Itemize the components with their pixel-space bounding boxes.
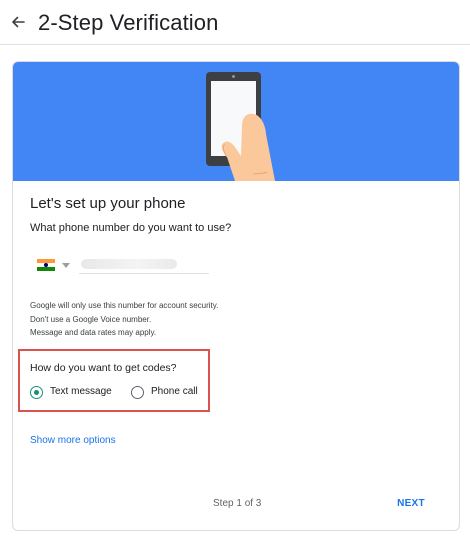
radio-circle[interactable] [131,386,144,399]
step-indicator: Step 1 of 3 [213,498,262,509]
back-button[interactable] [8,12,28,32]
highlight-box [18,349,210,412]
card-heading: Let's set up your phone [30,195,186,212]
codes-question: How do you want to get codes? [30,362,177,374]
banner [13,62,459,181]
radio-dot [34,390,39,395]
next-button[interactable]: NEXT [388,492,434,514]
show-more-options-link[interactable]: Show more options [30,435,116,446]
app-header: 2-Step Verification [0,0,470,45]
info-text: Google will only use this number for acc… [30,299,218,340]
info-line: Google will only use this number for acc… [30,301,219,310]
info-line: Don't use a Google Voice number. [30,314,152,324]
radio-phone-call[interactable]: Phone call [131,385,211,401]
page-title: 2-Step Verification [38,10,219,35]
radio-circle-selected[interactable] [30,386,43,399]
radio-label: Text message [50,386,112,397]
info-line: Message and data rates may apply. [30,328,157,337]
setup-card: Let's set up your phone What phone numbe… [12,61,460,531]
country-picker[interactable] [34,257,74,275]
chevron-down-icon [62,263,70,268]
redacted-phone-number [81,259,177,269]
radio-label: Phone call [151,386,198,397]
phone-in-hand-illustration [206,72,275,181]
arrow-back-icon [12,16,25,28]
radio-text-message[interactable]: Text message [30,385,120,401]
india-flag-icon [37,259,55,271]
phone-question: What phone number do you want to use? [30,222,232,234]
